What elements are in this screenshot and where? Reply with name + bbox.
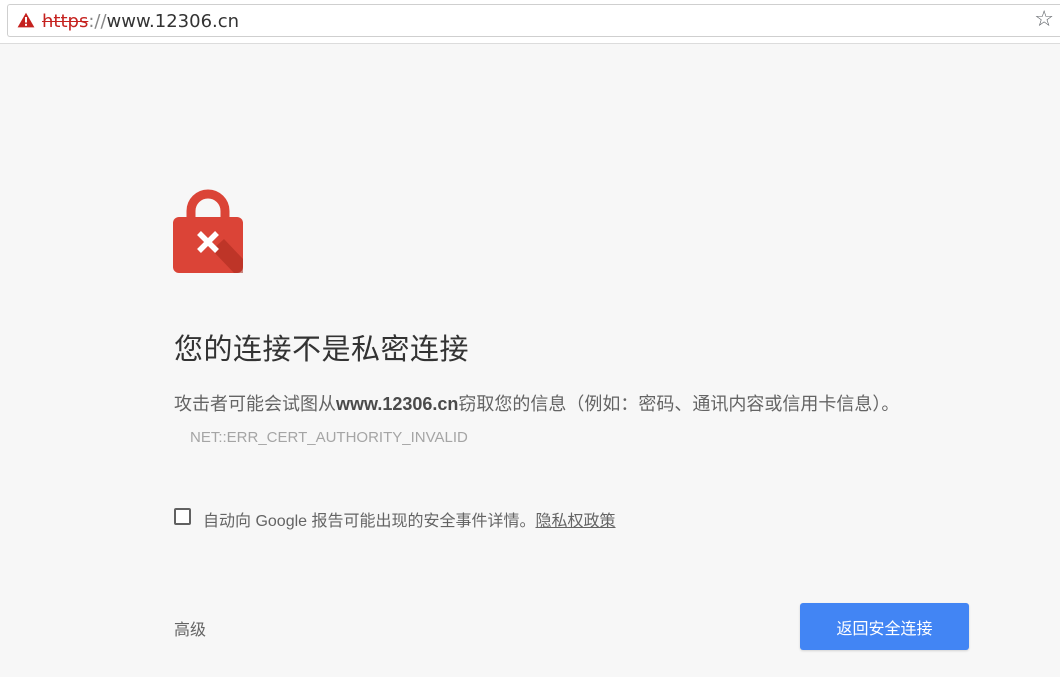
report-checkbox-label[interactable]: 自动向 Google 报告可能出现的安全事件详情。	[203, 513, 536, 530]
star-icon[interactable]: ☆	[1034, 8, 1054, 32]
error-code[interactable]: NET::ERR_CERT_AUTHORITY_INVALID	[190, 429, 468, 446]
warning-triangle-icon[interactable]	[17, 12, 35, 28]
url-scheme: https	[42, 11, 89, 32]
description-prefix: 攻击者可能会试图从	[174, 394, 336, 414]
url-separator: ://	[88, 11, 107, 32]
url-text[interactable]: https://www.12306.cn	[42, 11, 239, 32]
privacy-policy-link[interactable]: 隐私权政策	[536, 513, 616, 530]
page-title: 您的连接不是私密连接	[174, 334, 470, 366]
report-label[interactable]: 自动向 Google 报告可能出现的安全事件详情。隐私权政策	[203, 507, 616, 531]
url-host: www.12306.cn	[106, 11, 240, 32]
description-host: www.12306.cn	[336, 394, 459, 414]
description-suffix: 窃取您的信息（例如：密码、通讯内容或信用卡信息）。	[458, 394, 900, 414]
lock-error-icon	[173, 189, 243, 273]
browser-toolbar: https://www.12306.cn ☆	[0, 0, 1060, 44]
address-bar[interactable]: https://www.12306.cn ☆	[7, 4, 1060, 37]
error-description: 攻击者可能会试图从www.12306.cn窃取您的信息（例如：密码、通讯内容或信…	[174, 388, 944, 454]
report-checkbox[interactable]	[174, 508, 191, 525]
advanced-button[interactable]: 高级	[174, 616, 206, 640]
back-to-safety-button[interactable]: 返回安全连接	[800, 603, 969, 650]
